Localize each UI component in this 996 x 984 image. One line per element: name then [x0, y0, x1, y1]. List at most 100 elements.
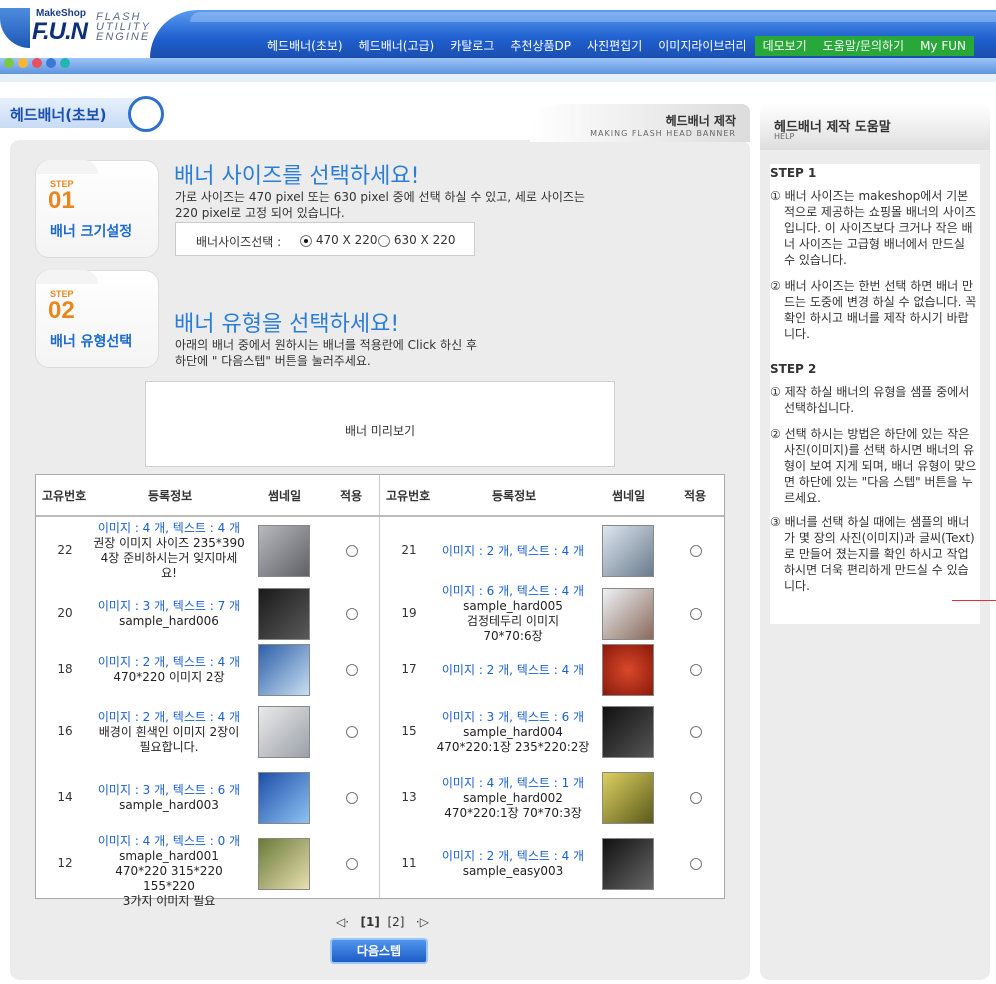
dot-icon	[4, 58, 14, 68]
row-id: 15	[401, 724, 417, 738]
row-info-counts[interactable]: 이미지 : 6 개, 텍스트 : 4 개	[432, 584, 594, 599]
row-thumbnail[interactable]	[602, 838, 654, 890]
row-apply-radio[interactable]	[690, 545, 702, 557]
row-thumbnail[interactable]	[258, 525, 310, 577]
row-info-counts[interactable]: 이미지 : 3 개, 텍스트 : 6 개	[88, 783, 250, 798]
nav-photo-editor[interactable]: 사진편집기	[579, 36, 650, 56]
logo[interactable]: MakeShop F.U.N FLASH UTILITY ENGINE	[0, 0, 190, 52]
row-info-desc: 470*220:1장 235*220:2장	[436, 739, 590, 754]
help-panel: 헤드배너 제작 도움말 HELP STEP 1 ① 배너 사이즈는 makesh…	[760, 104, 990, 980]
pager-next-icon[interactable]: ·▷	[416, 915, 429, 929]
row-info-counts[interactable]: 이미지 : 2 개, 텍스트 : 4 개	[432, 663, 594, 678]
row-info-counts[interactable]: 이미지 : 2 개, 텍스트 : 4 개	[432, 849, 594, 864]
row-thumbnail[interactable]	[602, 525, 654, 577]
pager-page-1[interactable]: [1]	[361, 915, 380, 929]
row-info-counts[interactable]: 이미지 : 4 개, 텍스트 : 1 개	[432, 776, 594, 791]
row-apply-radio[interactable]	[346, 858, 358, 870]
row-info: 이미지 : 3 개, 텍스트 : 7 개 sample_hard006	[88, 599, 250, 629]
row-apply-radio[interactable]	[346, 664, 358, 676]
row-info: 이미지 : 4 개, 텍스트 : 0 개 smaple_hard001 470*22…	[88, 834, 250, 909]
row-thumbnail[interactable]	[258, 838, 310, 890]
row-id: 16	[57, 724, 73, 738]
row-apply-radio[interactable]	[346, 726, 358, 738]
row-info: 이미지 : 4 개, 텍스트 : 1 개 sample_hard002 470*22…	[432, 776, 594, 821]
row-apply-radio[interactable]	[346, 608, 358, 620]
step2-badge: STEP 02 배너 유형선택	[35, 270, 159, 368]
step2-desc-2: 하단에 " 다음스텝" 버튼을 눌러주세요.	[175, 354, 371, 368]
row-id: 22	[57, 543, 73, 557]
color-dots	[4, 58, 70, 68]
panel-tab: 헤드배너(초보)	[0, 96, 165, 132]
nav-head-banner-advanced[interactable]: 헤드배너(고급)	[351, 36, 443, 56]
step1-title: 배너 사이즈를 선택하세요!	[174, 164, 420, 189]
radio-icon[interactable]	[300, 234, 312, 247]
row-info: 이미지 : 2 개, 텍스트 : 4 개 470*220 이미지 2장	[88, 655, 250, 685]
banner-preview: 배너 미리보기	[145, 381, 615, 467]
row-info-desc: 3가지 이미지 필요	[122, 894, 216, 908]
row-apply-radio[interactable]	[346, 792, 358, 804]
dot-icon	[32, 58, 42, 68]
nav-my-fun[interactable]: My FUN	[912, 36, 974, 56]
step2-title: 배너 유형을 선택하세요!	[174, 312, 400, 337]
banner-preview-label: 배너 미리보기	[344, 424, 416, 438]
col-header-info: 등록정보	[148, 489, 193, 503]
row-info-desc: 470*220 이미지 2장	[113, 670, 225, 684]
size-option-470[interactable]: 470 X 220	[300, 233, 378, 247]
row-id: 18	[57, 662, 73, 676]
row-info-counts[interactable]: 이미지 : 2 개, 텍스트 : 4 개	[432, 544, 594, 559]
row-id: 14	[57, 790, 73, 804]
row-info: 이미지 : 2 개, 텍스트 : 4 개	[432, 663, 594, 678]
help-step2-item: ③ 배너를 선택 하실 때에는 샘플의 배너가 몇 장의 사진(이미지)과 글씨…	[770, 515, 975, 593]
row-info-counts[interactable]: 이미지 : 2 개, 텍스트 : 4 개	[88, 710, 250, 725]
help-step1-item: ① 배너 사이즈는 makeshop에서 기본적으로 제공하는 쇼핑몰 배너의 …	[770, 189, 976, 267]
row-apply-radio[interactable]	[346, 545, 358, 557]
row-info-counts[interactable]: 이미지 : 2 개, 텍스트 : 4 개	[88, 655, 250, 670]
logo-fun: F.U.N	[32, 18, 88, 45]
help-step1-item: ② 배너 사이즈는 한번 선택 하면 배너 만드는 도중에 변경 하실 수 없습…	[770, 279, 977, 341]
nav-help[interactable]: 도움말/문의하기	[814, 36, 913, 56]
red-marker	[952, 600, 996, 601]
nav-demo[interactable]: 데모보기	[754, 36, 815, 56]
help-step2-item: ② 선택 하시는 방법은 하단에 있는 작은 사진(이미지)를 선택 하시면 배…	[770, 427, 977, 505]
row-info: 이미지 : 3 개, 텍스트 : 6 개 sample_hard004 470*22…	[432, 710, 594, 755]
step2-number: 02	[48, 297, 75, 324]
next-step-button[interactable]: 다음스텝	[330, 938, 428, 964]
pager-prev-icon[interactable]: ◁·	[336, 915, 349, 929]
row-info-counts[interactable]: 이미지 : 4 개, 텍스트 : 0 개	[88, 834, 250, 849]
row-thumbnail[interactable]	[258, 588, 310, 640]
row-info-counts[interactable]: 이미지 : 3 개, 텍스트 : 7 개	[88, 599, 250, 614]
row-info-counts[interactable]: 이미지 : 4 개, 텍스트 : 4 개	[88, 521, 250, 536]
row-thumbnail[interactable]	[258, 772, 310, 824]
help-step1-title: STEP 1	[770, 166, 817, 180]
row-thumbnail[interactable]	[258, 706, 310, 758]
logo-swoosh-icon	[0, 8, 30, 48]
row-apply-radio[interactable]	[690, 858, 702, 870]
row-apply-radio[interactable]	[690, 608, 702, 620]
row-apply-radio[interactable]	[690, 664, 702, 676]
row-info-desc: 요!	[161, 566, 177, 580]
circle-icon	[128, 96, 164, 132]
radio-icon[interactable]	[378, 234, 390, 247]
row-apply-radio[interactable]	[690, 792, 702, 804]
row-thumbnail[interactable]	[602, 588, 654, 640]
row-thumbnail[interactable]	[258, 644, 310, 696]
dot-icon	[46, 58, 56, 68]
row-apply-radio[interactable]	[690, 726, 702, 738]
row-info-desc: sample_hard005	[463, 599, 563, 613]
row-info: 이미지 : 2 개, 텍스트 : 4 개	[432, 544, 594, 559]
nav-catalog[interactable]: 카탈로그	[442, 36, 502, 56]
nav-head-banner-basic[interactable]: 헤드배너(초보)	[259, 36, 351, 56]
row-thumbnail[interactable]	[602, 644, 654, 696]
size-option-630[interactable]: 630 X 220	[378, 233, 456, 247]
nav-image-library[interactable]: 이미지라이브러리	[650, 36, 754, 56]
row-info: 이미지 : 2 개, 텍스트 : 4 개 배경이 흰색인 이미지 2장이 필요합니다…	[88, 710, 250, 755]
dot-icon	[60, 58, 70, 68]
col-header-id: 고유번호	[42, 489, 87, 503]
pager-page-2[interactable]: [2]	[387, 915, 404, 929]
row-info-counts[interactable]: 이미지 : 3 개, 텍스트 : 6 개	[432, 710, 594, 725]
panel-tab-title: 헤드배너(초보)	[10, 106, 107, 124]
row-thumbnail[interactable]	[602, 772, 654, 824]
nav-recommend-dp[interactable]: 추천상품DP	[502, 36, 579, 56]
row-id: 19	[401, 606, 417, 620]
row-thumbnail[interactable]	[602, 706, 654, 758]
